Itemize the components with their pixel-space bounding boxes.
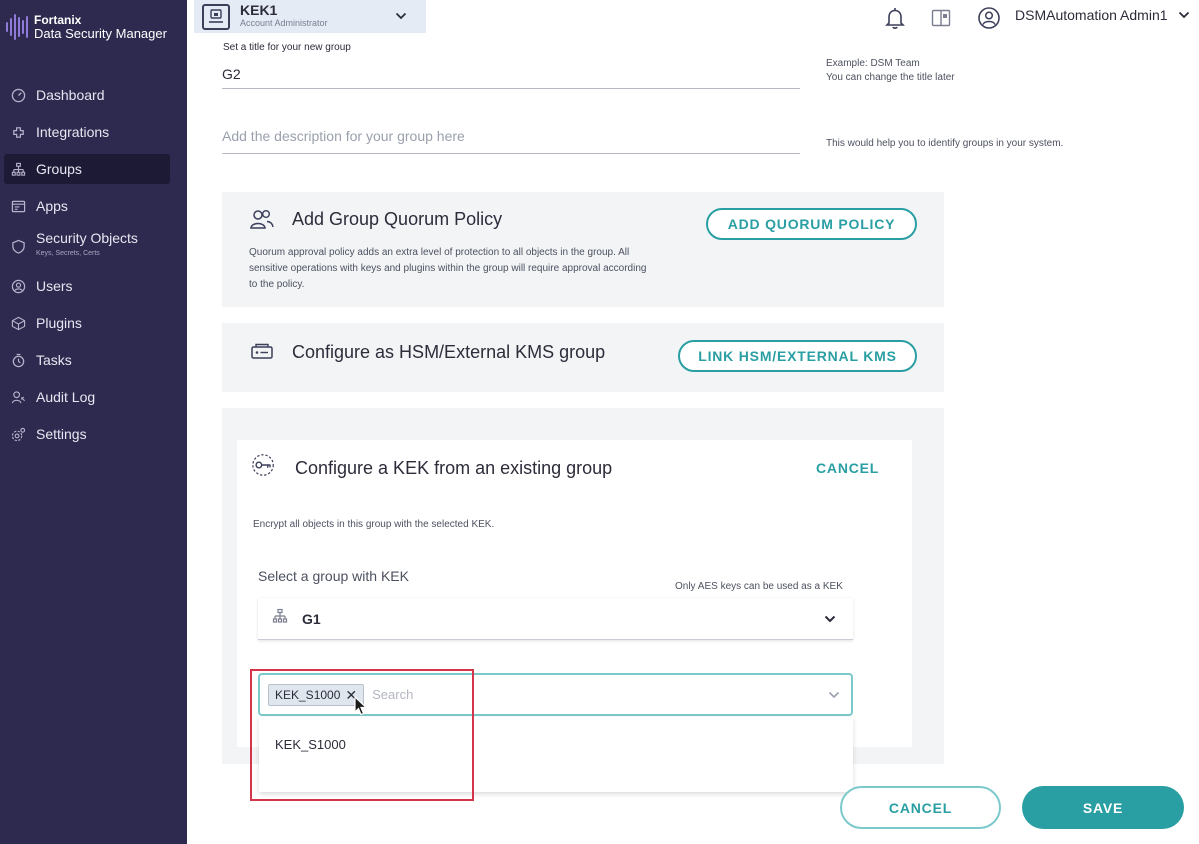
account-selector[interactable]: KEK1 Account Administrator — [194, 0, 426, 33]
user-avatar-icon[interactable] — [975, 4, 1003, 32]
sidebar-item-label: Integrations — [36, 124, 110, 140]
description-hint: This would help you to identify groups i… — [826, 138, 1064, 149]
add-quorum-policy-button[interactable]: ADD QUORUM POLICY — [706, 208, 917, 240]
kek-group-select[interactable]: G1 — [258, 598, 853, 640]
logo-brand: Fortanix — [34, 13, 82, 27]
title-hint-change: You can change the title later — [826, 72, 955, 83]
select-group-label: Select a group with KEK — [258, 568, 409, 584]
sidebar-item-label: Apps — [36, 198, 68, 214]
save-button[interactable]: SAVE — [1022, 786, 1184, 829]
chevron-down-icon[interactable] — [827, 688, 841, 707]
sidebar-item-tasks[interactable]: Tasks — [4, 345, 170, 375]
users-group-icon — [249, 207, 275, 231]
integrations-icon — [10, 124, 26, 140]
quorum-policy-description: Quorum approval policy adds an extra lev… — [249, 247, 647, 290]
sidebar-item-dashboard[interactable]: Dashboard — [4, 80, 170, 110]
kek-title: Configure a KEK from an existing group — [253, 457, 613, 480]
users-icon — [10, 278, 26, 294]
kek-key-select[interactable]: KEK_S1000 ✕ — [258, 673, 853, 716]
title-hint-example: Example: DSM Team — [826, 58, 920, 69]
chevron-down-icon — [823, 612, 837, 631]
sidebar-item-label: Audit Log — [36, 389, 96, 405]
account-name: KEK1 — [240, 1, 278, 18]
audit-log-icon — [10, 389, 26, 405]
plugins-icon — [10, 315, 26, 331]
sidebar-item-label: Security Objects — [36, 230, 138, 246]
cancel-button[interactable]: CANCEL — [840, 786, 1001, 829]
sidebar-item-settings[interactable]: Settings — [4, 419, 170, 449]
tasks-icon — [10, 352, 26, 368]
quorum-policy-card: Add Group Quorum Policy Quorum approval … — [222, 192, 944, 307]
sidebar-item-label: Users — [36, 278, 73, 294]
key-search-input[interactable] — [372, 687, 793, 702]
sidebar-item-apps[interactable]: Apps — [4, 191, 170, 221]
sidebar-item-users[interactable]: Users — [4, 271, 170, 301]
book-icon[interactable] — [927, 4, 955, 32]
sidebar-item-audit-log[interactable]: Audit Log — [4, 382, 170, 412]
sidebar-item-sublabel: Keys, Secrets, Certs — [36, 250, 100, 257]
sidebar-item-label: Settings — [36, 426, 87, 442]
sidebar-item-label: Tasks — [36, 352, 72, 368]
hsm-kms-card: Configure as HSM/External KMS group LINK… — [222, 323, 944, 392]
chevron-down-icon — [394, 9, 408, 28]
quorum-policy-title: Add Group Quorum Policy — [292, 209, 503, 229]
selected-key-chip-label: KEK_S1000 — [275, 687, 341, 702]
key-dropdown-option[interactable]: KEK_S1000 — [275, 737, 346, 752]
shield-icon — [10, 238, 26, 254]
account-icon — [202, 3, 230, 30]
apps-icon — [10, 198, 26, 214]
sidebar-item-label: Dashboard — [36, 87, 105, 103]
chevron-down-icon[interactable] — [1177, 8, 1191, 27]
key-dropdown-menu: KEK_S1000 — [259, 717, 853, 792]
user-name[interactable]: DSMAutomation Admin1 — [1015, 7, 1168, 23]
link-hsm-kms-button[interactable]: LINK HSM/EXTERNAL KMS — [678, 340, 917, 372]
sidebar-item-groups[interactable]: Groups — [4, 154, 170, 184]
groups-icon — [10, 161, 26, 177]
sidebar-nav: Dashboard Integrations Groups Apps Secur… — [4, 80, 170, 456]
mouse-cursor-icon — [354, 695, 368, 721]
bell-icon[interactable] — [881, 4, 909, 32]
groups-icon — [272, 608, 288, 629]
selected-group-value: G1 — [302, 610, 321, 627]
settings-icon — [10, 426, 26, 442]
kek-description: Encrypt all objects in this group with t… — [253, 519, 495, 530]
title-field-label: Set a title for your new group — [223, 42, 351, 53]
fortanix-logo[interactable]: Fortanix Data Security Manager — [6, 12, 167, 42]
sidebar-item-security-objects[interactable]: Security Objects Keys, Secrets, Certs — [4, 228, 170, 264]
group-title-input[interactable] — [222, 60, 800, 89]
sidebar-item-plugins[interactable]: Plugins — [4, 308, 170, 338]
sidebar-item-integrations[interactable]: Integrations — [4, 117, 170, 147]
selected-key-chip: KEK_S1000 ✕ — [268, 683, 365, 706]
kek-title-text: Configure a KEK from an existing group — [295, 458, 613, 478]
sidebar: Fortanix Data Security Manager Dashboard… — [0, 0, 187, 844]
group-description-input[interactable] — [222, 118, 800, 154]
dashboard-icon — [10, 87, 26, 103]
kek-cancel-button[interactable]: CANCEL — [816, 460, 879, 476]
title-hint: Example: DSM Team You can change the tit… — [826, 57, 955, 85]
fortanix-logo-icon — [6, 12, 28, 42]
sidebar-item-label: Groups — [36, 161, 82, 177]
only-aes-hint: Only AES keys can be used as a KEK — [675, 581, 843, 592]
sidebar-item-label: Plugins — [36, 315, 82, 331]
top-bar: KEK1 Account Administrator DSMAutomation… — [187, 0, 1199, 44]
logo-product: Data Security Manager — [34, 26, 167, 41]
account-role: Account Administrator — [240, 17, 328, 28]
hsm-kms-title: Configure as HSM/External KMS group — [292, 342, 606, 362]
hsm-device-icon — [249, 340, 275, 364]
